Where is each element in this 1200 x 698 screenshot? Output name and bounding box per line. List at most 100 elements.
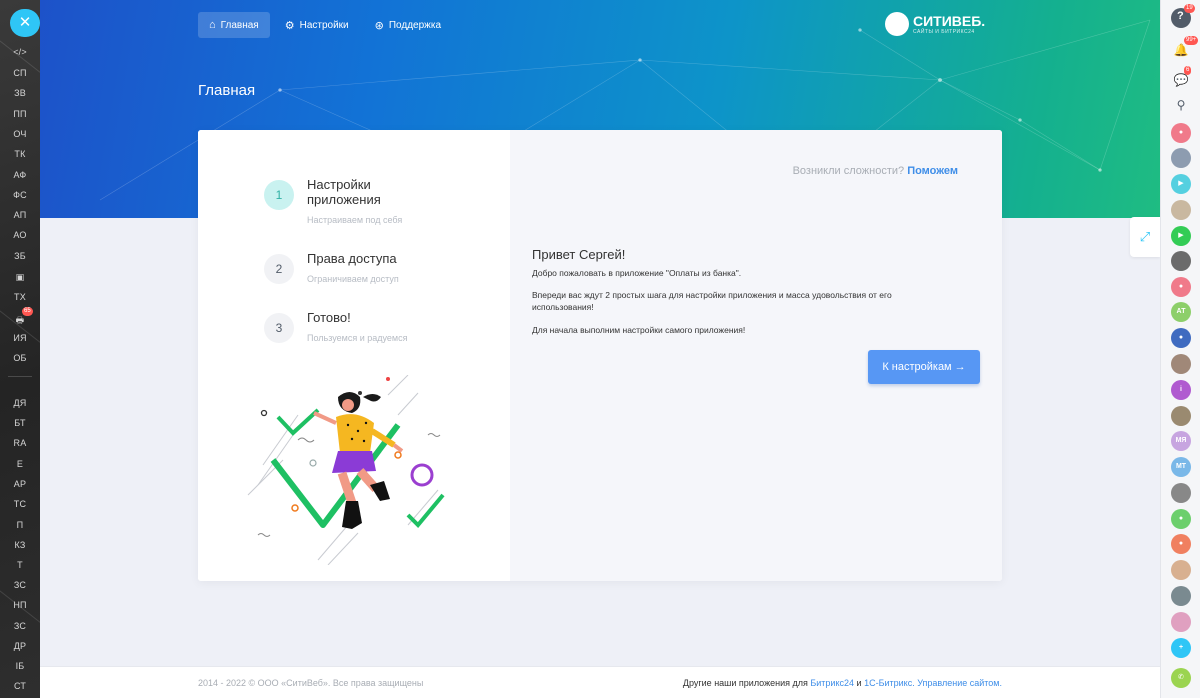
sidebar-item[interactable]: RA <box>0 438 40 448</box>
sidebar-item[interactable]: </> <box>0 47 40 57</box>
logo-name: СИТИВЕБ. <box>913 12 986 29</box>
copyright: 2014 - 2022 © ООО «СитиВеб». Все права з… <box>198 678 424 688</box>
sidebar-item[interactable]: КЗ <box>0 540 40 550</box>
greeting: Привет Сергей! <box>532 247 626 262</box>
welcome-text: Для начала выполним настройки самого при… <box>532 325 746 335</box>
user-avatar-at[interactable]: АТ <box>1171 302 1191 322</box>
bitrix24-link[interactable]: Битрикс24 <box>810 678 854 688</box>
sidebar-item[interactable]: ПП <box>0 109 40 119</box>
user-avatar[interactable] <box>1171 483 1191 503</box>
sidebar-item[interactable]: ОЧ <box>0 129 40 139</box>
sidebar-badge: 65 <box>22 307 33 316</box>
user-avatar-mya[interactable]: МЯ <box>1171 431 1191 451</box>
sidebar-item[interactable]: ЗБ <box>0 251 40 261</box>
help-icon[interactable]: ? 19 <box>1171 4 1195 28</box>
chat-icon[interactable]: 💬 6 <box>1171 66 1192 90</box>
user-avatar[interactable] <box>1171 148 1191 168</box>
sidebar-item[interactable]: ДЯ <box>0 398 40 408</box>
user-avatar[interactable] <box>1171 200 1191 220</box>
user-avatar[interactable] <box>1171 612 1191 632</box>
step-subtitle: Ограничиваем доступ <box>307 274 399 284</box>
search-icon[interactable]: ⚲ <box>1171 95 1191 115</box>
sidebar-item[interactable]: БТ <box>0 418 40 428</box>
bell-icon[interactable]: 🔔 99+ <box>1171 36 1199 60</box>
sidebar-item[interactable]: СТ <box>0 681 40 691</box>
expand-icon[interactable]: ⤢ <box>1130 217 1160 257</box>
sidebar-item[interactable]: СП <box>0 68 40 78</box>
steps-panel: 1 Настройки приложения Настраиваем под с… <box>198 130 510 581</box>
sidebar-item[interactable]: НП <box>0 600 40 610</box>
user-avatar[interactable] <box>1171 560 1191 580</box>
sidebar-item[interactable]: 🖶 <box>0 313 40 329</box>
nav-support[interactable]: ⊛ Поддержка <box>364 12 452 38</box>
info-icon[interactable]: i <box>1171 380 1191 400</box>
help-prompt: Возникли сложности? Поможем <box>793 165 958 177</box>
right-sidebar: ? 19 🔔 99+ 💬 6 ⚲ ● ▶ ▶ ● АТ ● i МЯ МТ ● … <box>1160 0 1200 698</box>
step-title: Настройки приложения <box>307 177 381 207</box>
logo-mark <box>885 12 909 36</box>
welcome-text: Впереди вас ждут 2 простых шага для наст… <box>532 290 892 312</box>
gear-icon: ⚙ <box>284 19 295 32</box>
sidebar-item[interactable]: Е <box>0 459 40 469</box>
notification-badge: 99+ <box>1184 36 1199 45</box>
step-number: 2 <box>264 254 294 284</box>
chat-badge: 6 <box>1184 66 1192 75</box>
sidebar-item[interactable]: ЗВ <box>0 88 40 98</box>
sidebar-item[interactable]: ▣ <box>0 272 40 283</box>
left-sidebar: ✕ </> СП ЗВ ПП ОЧ ТК АФ ФС АП АО ЗБ ▣ ТХ 🖶 65 ИЯ ОБ ДЯ БТ R… <box>0 0 40 698</box>
logo-tagline: САЙТЫ И БИТРИКС24 <box>913 28 975 35</box>
user-avatar[interactable] <box>1171 251 1191 271</box>
user-avatar[interactable] <box>1171 406 1191 426</box>
sidebar-item[interactable]: ОБ <box>0 353 40 363</box>
onboarding-card: 1 Настройки приложения Настраиваем под с… <box>198 130 1002 581</box>
phone-icon[interactable]: ✆ <box>1171 668 1191 688</box>
sidebar-item[interactable]: ФС <box>0 190 40 200</box>
and-text: и <box>856 678 862 688</box>
sidebar-item[interactable]: ТС <box>0 499 40 509</box>
1c-bitrix-link[interactable]: 1С-Битрикс. Управление сайтом. <box>864 678 1002 688</box>
other-apps: Другие наши приложения для Битрикс24 и 1… <box>683 678 1002 688</box>
step-number: 3 <box>264 313 294 343</box>
sidebar-item[interactable]: ЗС <box>0 580 40 590</box>
new-chat-icon[interactable]: + <box>1171 638 1191 658</box>
sidebar-item[interactable]: ИЯ <box>0 333 40 343</box>
sidebar-item[interactable]: АР <box>0 479 40 489</box>
user-avatar-mt[interactable]: МТ <box>1171 457 1191 477</box>
sidebar-item[interactable]: Т <box>0 560 40 570</box>
brand-logo[interactable]: СИТИВЕБ. САЙТЫ И БИТРИКС24 <box>885 12 985 36</box>
footer: 2014 - 2022 © ООО «СитиВеб». Все права з… <box>40 666 1160 698</box>
nav-home[interactable]: ⌂ Главная <box>198 12 270 38</box>
lifebuoy-icon: ⊛ <box>374 19 384 32</box>
group-chat-avatar[interactable]: ● <box>1171 277 1191 297</box>
help-link[interactable]: Поможем <box>907 165 958 177</box>
sidebar-item[interactable]: П <box>0 520 40 530</box>
nav-home-label: Главная <box>220 19 259 31</box>
nav-settings[interactable]: ⚙ Настройки <box>274 12 360 38</box>
group-chat-avatar[interactable]: ● <box>1171 123 1191 143</box>
video-chat-icon[interactable]: ▶ <box>1171 226 1191 246</box>
group-chat-avatar[interactable]: ● <box>1171 534 1191 554</box>
nav-support-label: Поддержка <box>388 19 442 31</box>
sidebar-divider <box>8 376 32 377</box>
step-subtitle: Пользуемся и радуемся <box>307 333 408 343</box>
top-nav: ⌂ Главная ⚙ Настройки ⊛ Поддержка <box>198 12 452 38</box>
step-title: Готово! <box>307 310 351 325</box>
sidebar-item[interactable]: ТХ <box>0 292 40 302</box>
close-slider-button[interactable]: ✕ <box>10 9 40 37</box>
help-badge: 19 <box>1184 4 1195 13</box>
other-apps-prefix: Другие наши приложения для <box>682 678 808 688</box>
sidebar-item[interactable]: ЗС <box>0 621 40 631</box>
go-to-settings-button[interactable]: К настройкам → <box>868 350 980 384</box>
sidebar-item[interactable]: ТК <box>0 149 40 159</box>
sidebar-item[interactable]: ІБ <box>0 661 40 671</box>
sidebar-item[interactable]: АФ <box>0 170 40 180</box>
group-chat-avatar[interactable]: ● <box>1171 509 1191 529</box>
user-avatar[interactable] <box>1171 586 1191 606</box>
sidebar-item[interactable]: ДР <box>0 641 40 651</box>
user-avatar[interactable] <box>1171 354 1191 374</box>
video-chat-icon[interactable]: ▶ <box>1171 174 1191 194</box>
group-chat-avatar[interactable]: ● <box>1171 328 1191 348</box>
sidebar-item[interactable]: АО <box>0 230 40 240</box>
welcome-text: Добро пожаловать в приложение "Оплаты из… <box>532 268 742 278</box>
sidebar-item[interactable]: АП <box>0 210 40 220</box>
